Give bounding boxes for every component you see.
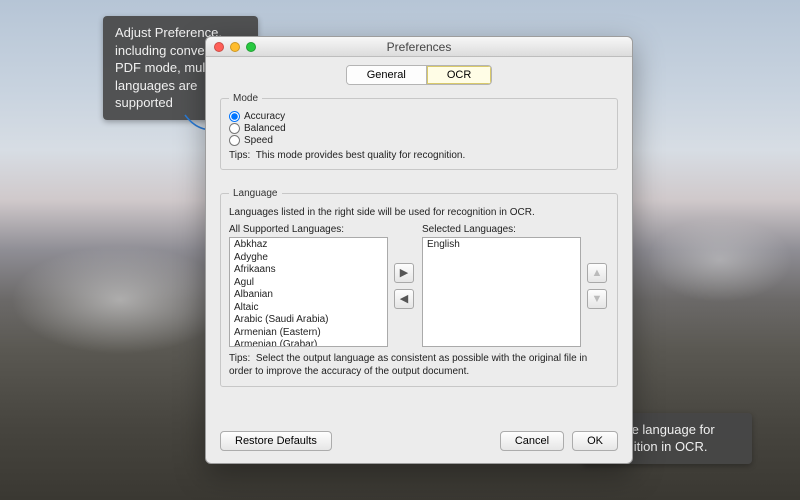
language-desc: Languages listed in the right side will … — [229, 207, 609, 218]
radio-label: Balanced — [244, 123, 286, 134]
list-item[interactable]: Albanian — [230, 289, 387, 302]
radio-label: Accuracy — [244, 111, 285, 122]
selected-languages-list[interactable]: English — [422, 237, 581, 347]
tips-label: Tips: — [229, 150, 250, 161]
move-down-button[interactable]: ▼ — [587, 289, 607, 309]
list-item[interactable]: Altaic — [230, 302, 387, 315]
list-item[interactable]: Afrikaans — [230, 264, 387, 277]
all-languages-list[interactable]: AbkhazAdygheAfrikaansAgulAlbanianAltaicA… — [229, 237, 388, 347]
language-legend: Language — [229, 188, 282, 199]
tips-text: This mode provides best quality for reco… — [256, 150, 466, 161]
mode-legend: Mode — [229, 93, 262, 104]
arrow-left-icon: ◀ — [400, 292, 408, 305]
tips-label: Tips: — [229, 353, 250, 364]
move-up-button[interactable]: ▲ — [587, 263, 607, 283]
all-languages-label: All Supported Languages: — [229, 224, 388, 235]
mode-group: Mode Accuracy Balanced Speed Tips: This … — [220, 93, 618, 170]
add-language-button[interactable]: ▶ — [394, 263, 414, 283]
restore-defaults-button[interactable]: Restore Defaults — [220, 431, 332, 451]
radio-speed[interactable] — [229, 135, 240, 146]
list-item[interactable]: Armenian (Grabar) — [230, 339, 387, 347]
selected-languages-label: Selected Languages: — [422, 224, 581, 235]
radio-label: Speed — [244, 135, 273, 146]
remove-language-button[interactable]: ◀ — [394, 289, 414, 309]
tab-bar: General OCR — [206, 65, 632, 85]
arrow-down-icon: ▼ — [592, 293, 603, 305]
radio-accuracy[interactable] — [229, 111, 240, 122]
cancel-button[interactable]: Cancel — [500, 431, 564, 451]
list-item[interactable]: Agul — [230, 277, 387, 290]
tab-ocr[interactable]: OCR — [426, 66, 491, 84]
tab-general[interactable]: General — [347, 66, 426, 84]
tips-text: Select the output language as consistent… — [229, 353, 587, 377]
titlebar: Preferences — [206, 37, 632, 57]
arrow-right-icon: ▶ — [400, 266, 408, 279]
list-item[interactable]: Armenian (Eastern) — [230, 327, 387, 340]
language-group: Language Languages listed in the right s… — [220, 188, 618, 387]
list-item[interactable]: Abkhaz — [230, 239, 387, 252]
arrow-up-icon: ▲ — [592, 267, 603, 279]
window-title: Preferences — [206, 40, 632, 54]
list-item[interactable]: English — [423, 239, 580, 252]
ok-button[interactable]: OK — [572, 431, 618, 451]
list-item[interactable]: Arabic (Saudi Arabia) — [230, 314, 387, 327]
list-item[interactable]: Adyghe — [230, 252, 387, 265]
preferences-window: Preferences General OCR Mode Accuracy Ba… — [205, 36, 633, 464]
radio-balanced[interactable] — [229, 123, 240, 134]
